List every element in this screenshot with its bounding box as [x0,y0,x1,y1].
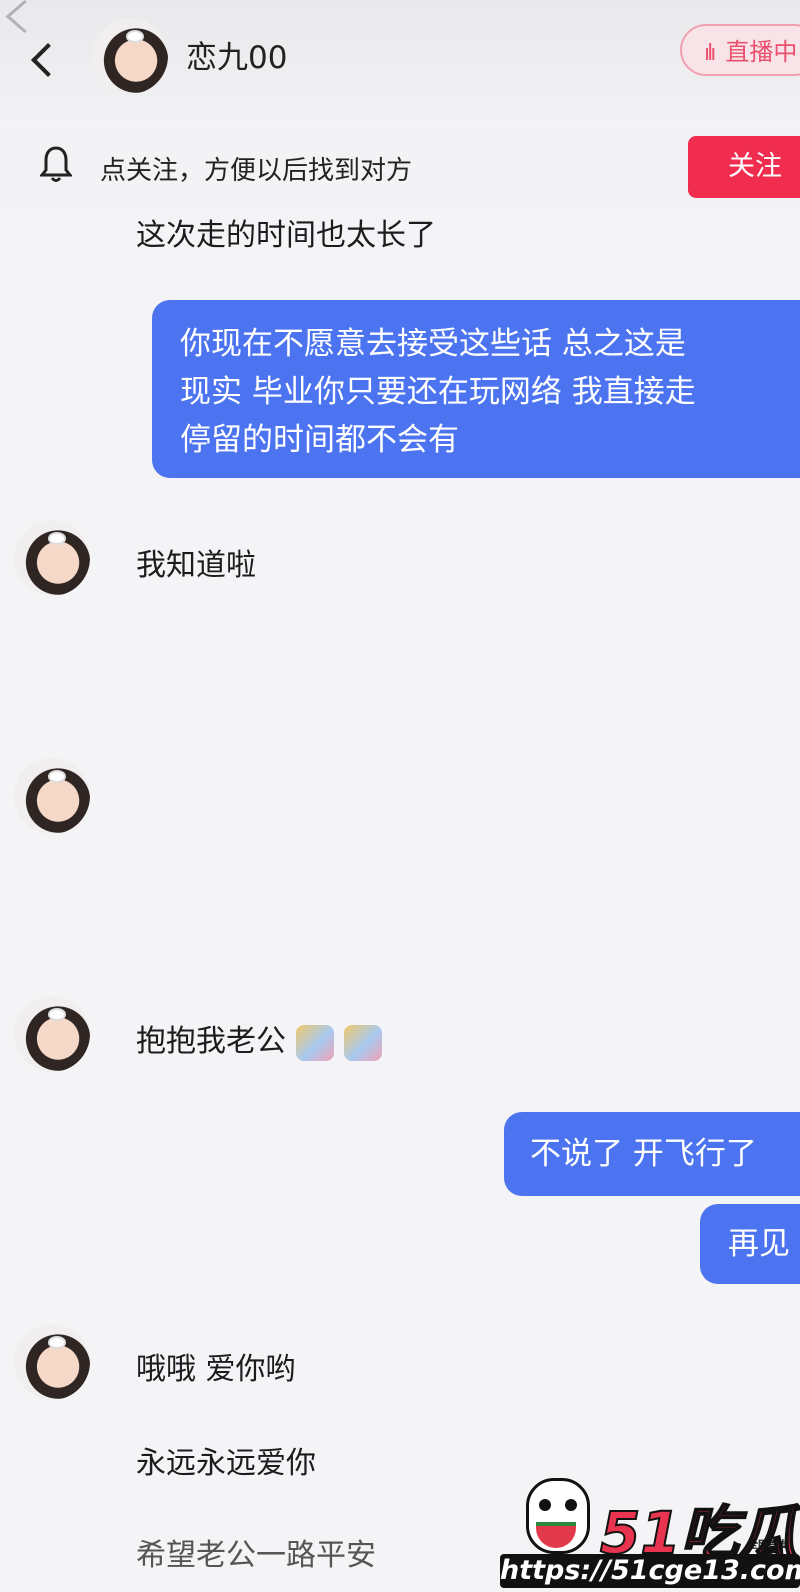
message-avatar[interactable] [14,1324,90,1400]
bell-icon [40,146,72,182]
message-bubble-sent[interactable]: 不说了 开飞行了 [504,1112,800,1196]
watermark-url: https://51cge13.com [500,1554,800,1588]
follow-button[interactable]: 关注 [688,136,800,198]
message-line: 现实 毕业你只要还在玩网络 我直接走 [180,374,696,410]
live-badge[interactable]: ılı 直播中 [680,24,800,76]
message-line: 停留的时间都不会有 [180,422,459,458]
message-avatar[interactable] [14,996,90,1072]
watermark-tag: 全网首发 [748,1540,788,1551]
message-bubble-sent[interactable]: 你现在不愿意去接受这些话 总之这是 现实 毕业你只要还在玩网络 我直接走 停留的… [152,300,800,478]
live-label: 直播中 [725,38,798,66]
message-avatar[interactable] [14,520,90,596]
signal-bars-icon: ılı [704,41,716,66]
message-text: 永远永远爱你 [136,1446,316,1481]
message-text: 哦哦 爱你哟 [136,1352,296,1387]
message-text: 我知道啦 [136,548,256,583]
follow-prompt-text: 点关注，方便以后找到对方 [100,156,413,186]
back-button[interactable] [22,34,65,84]
message-text-with-stickers: 抱抱我老公 [136,1016,382,1061]
message-text: 这次走的时间也太长了 [136,218,436,253]
message-text: 抱抱我老公 [136,1024,286,1059]
hug-sticker-icon [296,1024,334,1061]
message-bubble-sent[interactable]: 再见 [700,1204,800,1284]
message-text: 希望老公一路平安 [136,1538,376,1573]
contact-name: 恋九00 [186,40,288,76]
chevron-left-icon [31,43,65,77]
header-avatar[interactable] [92,18,168,94]
watermark: 51吃瓜 全网首发 https://51cge13.com [500,1478,800,1590]
message-line: 你现在不愿意去接受这些话 总之这是 [180,326,686,362]
hug-sticker-icon [344,1024,382,1061]
message-avatar[interactable] [14,758,90,834]
